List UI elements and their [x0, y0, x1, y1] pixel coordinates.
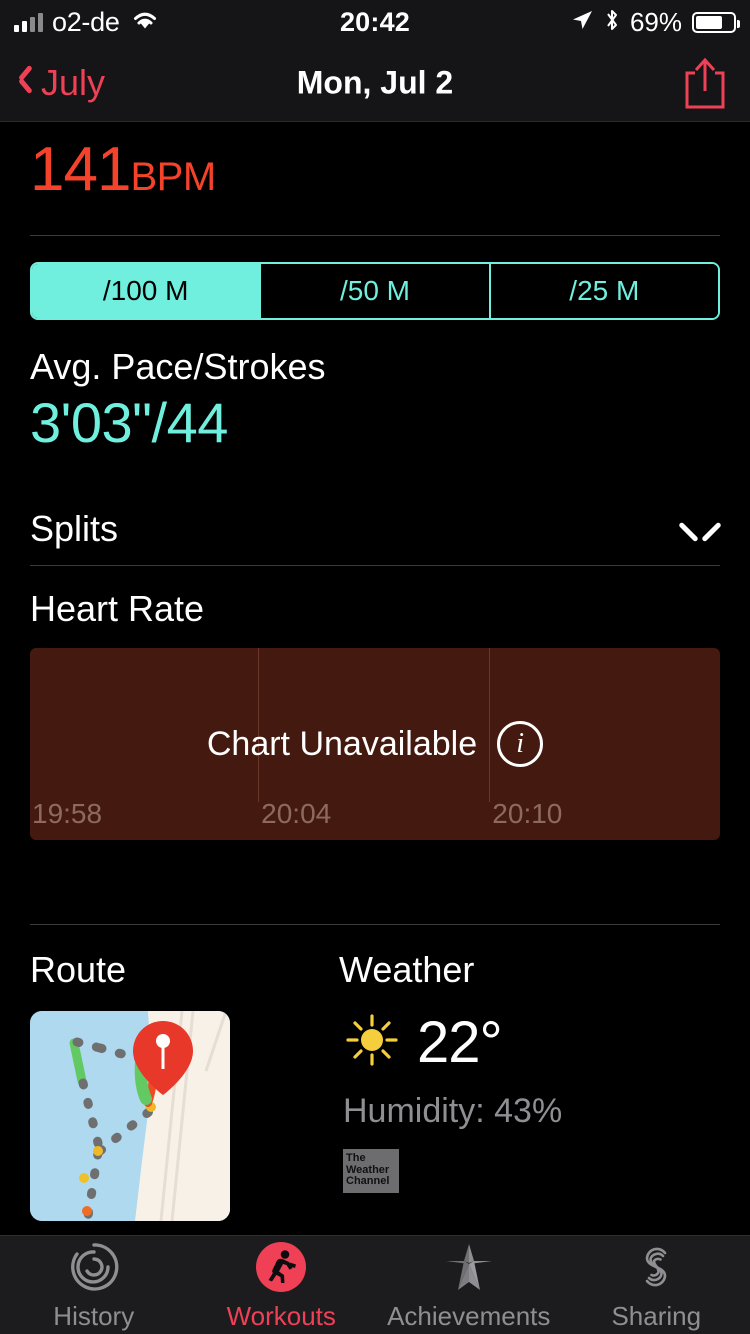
route-title: Route [30, 949, 335, 991]
tab-achievements[interactable]: Achievements [375, 1236, 563, 1334]
weather-body: 22° Humidity: 43% The Weather Channel [339, 1009, 720, 1193]
status-bar-right: 69% [570, 7, 736, 38]
divider [30, 924, 720, 925]
heart-rate-section-title: Heart Rate [30, 588, 750, 630]
chart-x-label: 19:58 [32, 798, 102, 830]
chart-x-axis: 19:58 20:04 20:10 [30, 798, 720, 832]
navigation-bar: July Mon, Jul 2 [0, 44, 750, 122]
tab-history[interactable]: History [0, 1236, 188, 1334]
avg-pace-label: Avg. Pace/Strokes [30, 346, 750, 388]
battery-percent-label: 69% [630, 7, 682, 38]
weather-temperature: 22° [417, 1009, 502, 1076]
chart-unavailable-group: Chart Unavailable i [30, 721, 720, 767]
info-circle-icon[interactable]: i [497, 721, 543, 767]
avg-pace-metric: Avg. Pace/Strokes 3'03"/44 [30, 346, 750, 455]
distance-unit-segmented-control[interactable]: /100 M /50 M /25 M [30, 262, 720, 320]
weather-humidity: Humidity: 43% [343, 1092, 720, 1131]
share-button[interactable] [682, 55, 728, 111]
chevron-down-icon[interactable] [680, 517, 720, 541]
splits-row[interactable]: Splits [30, 503, 720, 555]
history-spiral-icon [66, 1239, 122, 1295]
provider-line-1: The [346, 1153, 396, 1165]
tab-label-history: History [53, 1301, 134, 1332]
heart-rate-summary: 141BPM [0, 122, 750, 205]
battery-icon [692, 12, 736, 33]
avg-pace-value: 3'03"/44 [30, 390, 750, 455]
heart-rate-value: 141 [30, 135, 130, 204]
splits-label: Splits [30, 508, 118, 550]
status-bar: o2-de 20:42 69% [0, 0, 750, 44]
divider [30, 235, 720, 236]
sun-icon [343, 1011, 401, 1074]
star-icon [441, 1239, 497, 1295]
tab-label-sharing: Sharing [611, 1301, 701, 1332]
share-icon [682, 55, 728, 111]
segment-50m[interactable]: /50 M [261, 264, 490, 318]
route-map-image [30, 1011, 230, 1221]
segment-25m[interactable]: /25 M [491, 264, 718, 318]
scroll-content[interactable]: 141BPM /100 M /50 M /25 M Avg. Pace/Stro… [0, 122, 750, 1235]
running-person-icon [253, 1239, 309, 1295]
segment-100m[interactable]: /100 M [32, 264, 261, 318]
chart-unavailable-label: Chart Unavailable [207, 725, 477, 764]
weather-column: Weather [335, 949, 720, 1221]
page-title: Mon, Jul 2 [0, 64, 750, 101]
heart-rate-unit: BPM [130, 155, 215, 199]
sharing-s-icon [628, 1239, 684, 1295]
heart-rate-chart[interactable]: Chart Unavailable i 19:58 20:04 20:10 [30, 648, 720, 840]
location-arrow-icon [570, 8, 594, 37]
bluetooth-icon [604, 7, 620, 38]
weather-provider-logo: The Weather Channel [343, 1149, 399, 1193]
route-column: Route [30, 949, 335, 1221]
chart-x-label: 20:04 [261, 798, 331, 830]
tab-sharing[interactable]: Sharing [563, 1236, 750, 1334]
divider [30, 565, 720, 566]
route-weather-section: Route [0, 949, 750, 1221]
chart-x-label: 20:10 [492, 798, 562, 830]
weather-title: Weather [339, 949, 720, 991]
tab-label-workouts: Workouts [227, 1301, 336, 1332]
tab-bar: History Workouts [0, 1235, 750, 1334]
workout-detail-screen: o2-de 20:42 69% [0, 0, 750, 1334]
route-map-thumbnail[interactable] [30, 1011, 230, 1221]
weather-temp-row: 22° [343, 1009, 720, 1076]
tab-label-achievements: Achievements [387, 1301, 550, 1332]
tab-workouts[interactable]: Workouts [188, 1236, 376, 1334]
provider-line-3: Channel [346, 1176, 396, 1188]
